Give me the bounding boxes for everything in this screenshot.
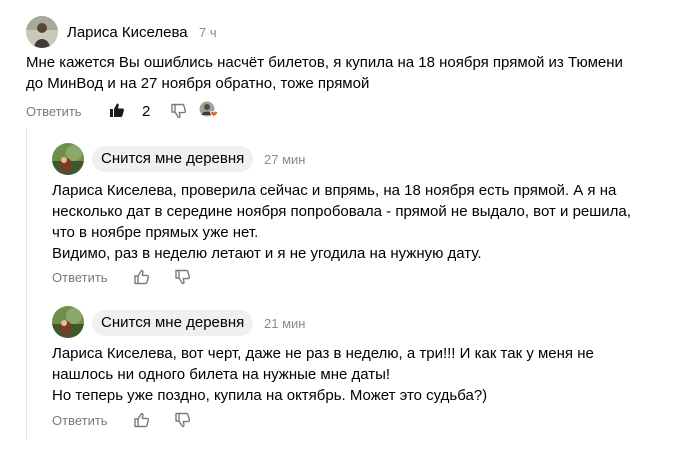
reply-button[interactable]: Ответить: [52, 270, 108, 285]
comment-text: Лариса Киселева, вот черт, даже не раз в…: [52, 345, 594, 404]
author-avatar-image: [26, 16, 58, 48]
author-name[interactable]: Лариса Киселева: [67, 24, 188, 41]
author-avatar-image: [52, 143, 84, 175]
author-avatar[interactable]: [26, 16, 58, 48]
author-avatar[interactable]: [52, 306, 84, 338]
author-avatar-image: [52, 306, 84, 338]
thumbs-down-icon[interactable]: [175, 269, 191, 290]
comment-time: 27 мин: [264, 152, 306, 167]
thumbs-down-icon[interactable]: [175, 412, 191, 433]
author-name[interactable]: Снится мне деревня: [92, 310, 254, 336]
comment-time: 21 мин: [264, 316, 306, 331]
comment-text: Мне кажется Вы ошиблись насчёт билетов, …: [26, 54, 623, 92]
author-name[interactable]: Снится мне деревня: [92, 146, 254, 172]
thumbs-up-icon[interactable]: [109, 102, 125, 123]
comment-time: 7 ч: [199, 25, 217, 40]
thumbs-up-icon[interactable]: [134, 269, 150, 290]
thread-line: [26, 128, 27, 440]
comment-text: Лариса Киселева, проверила сейчас и впря…: [52, 182, 631, 262]
author-avatar[interactable]: [52, 143, 84, 175]
thumbs-down-icon[interactable]: [171, 103, 187, 124]
reply-button[interactable]: Ответить: [26, 104, 82, 119]
thumbs-up-icon[interactable]: [134, 412, 150, 433]
reply-button[interactable]: Ответить: [52, 413, 108, 428]
reactor-avatar-icon[interactable]: [199, 101, 219, 124]
like-count: 2: [142, 103, 151, 120]
